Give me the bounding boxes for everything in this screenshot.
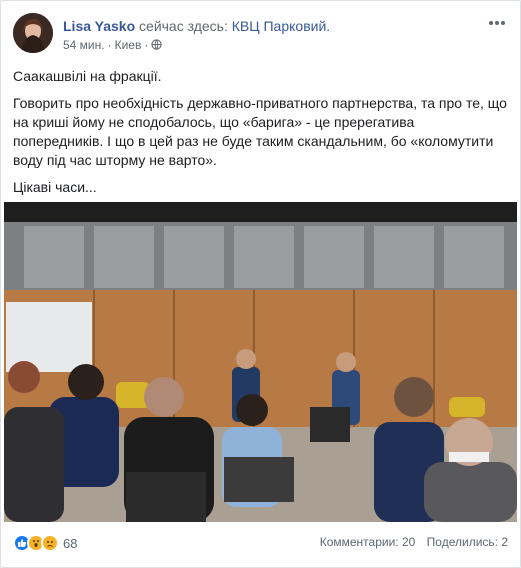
comments-count-link[interactable]: Комментарии: 20 [320,535,416,549]
post-stats: Комментарии: 20 Поделились: 2 [312,535,508,549]
place-link[interactable]: КВЦ Парковий. [232,18,330,34]
post-paragraph: Говорить про необхідність державно-прива… [13,95,507,168]
post-time[interactable]: 54 мин. [63,38,105,52]
post-paragraph: Цікаві часи... [13,179,97,195]
author-action: сейчас здесь: [139,18,228,34]
post-meta: 54 мин. · Киев · [63,37,162,53]
post-text: Саакашвілі на фракції. Говорить про необ… [13,67,508,205]
post-location[interactable]: Киев [115,38,142,52]
post-card: Lisa Yasko сейчас здесь: КВЦ Парковий. 5… [0,0,521,568]
author-name[interactable]: Lisa Yasko [63,18,135,34]
globe-icon[interactable] [151,39,162,50]
reactions[interactable]: 68 [13,531,77,555]
post-photo[interactable] [4,202,517,522]
reaction-count[interactable]: 68 [63,536,77,551]
post-paragraph: Саакашвілі на фракції. [13,68,162,84]
avatar[interactable] [13,13,53,53]
sad-icon [41,534,59,552]
author-line: Lisa Yasko сейчас здесь: КВЦ Парковий. [63,17,330,35]
more-options-icon[interactable] [486,15,508,31]
post-header: Lisa Yasko сейчас здесь: КВЦ Парковий. 5… [13,13,508,57]
shares-count-link[interactable]: Поделились: 2 [427,535,508,549]
post-footer: 68 Комментарии: 20 Поделились: 2 [13,531,508,555]
